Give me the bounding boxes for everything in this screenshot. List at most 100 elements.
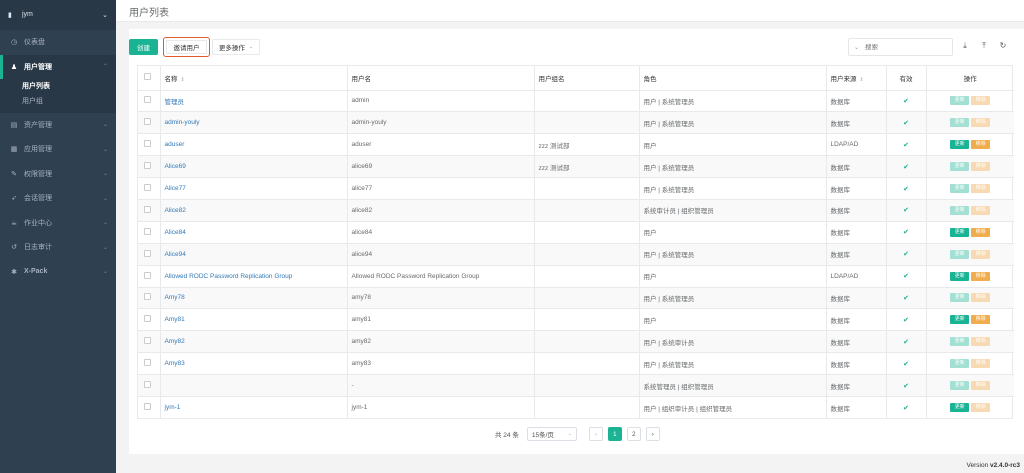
update-button[interactable]: 更新 [950,359,970,369]
update-button[interactable]: 更新 [950,227,970,237]
user-name-link[interactable]: Alice77 [165,185,186,192]
sidebar-item-0[interactable]: ◷ 仪表盘 [0,30,116,55]
remove-button[interactable]: 移除 [971,162,991,172]
org-switcher[interactable]: ▮ jym ⌄ [0,0,116,30]
remove-button[interactable]: 移除 [971,403,991,413]
username-cell: amy82 [347,330,535,353]
invite-user-button-highlight[interactable]: 邀请用户 [163,37,210,57]
page-size-select[interactable]: 15条/页 ⌄ [526,427,577,441]
user-name-link[interactable]: aduser [165,141,185,148]
row-checkbox[interactable] [144,381,151,389]
sidebar-item-2[interactable]: ▤ 资产管理 ⌄ [0,113,116,138]
page-button-2[interactable]: 2 [626,427,641,441]
download-icon[interactable]: ⤓ [959,40,971,52]
remove-button[interactable]: 移除 [971,227,991,237]
user-name-link[interactable]: Amy82 [165,338,185,345]
sidebar-item-6[interactable]: ☕ 作业中心 ⌄ [0,211,116,236]
update-button[interactable]: 更新 [950,403,970,413]
update-button[interactable]: 更新 [950,162,970,172]
row-checkbox[interactable] [144,359,151,367]
remove-button[interactable]: 移除 [971,249,991,259]
remove-button[interactable]: 移除 [971,293,991,303]
sidebar-item-5[interactable]: ➶ 会话管理 ⌄ [0,186,116,211]
remove-button[interactable]: 移除 [971,140,991,150]
user-name-link[interactable]: Allowed RODC Password Replication Group [165,273,293,280]
search-box[interactable]: ⌄ [848,38,953,56]
sidebar-item-4[interactable]: ✎ 权限管理 ⌄ [0,162,116,187]
remove-button[interactable]: 移除 [971,96,991,106]
user-name-link[interactable]: Alice69 [165,163,186,170]
check-icon: ✔ [903,207,909,215]
user-name-link[interactable]: Amy81 [165,316,185,323]
remove-button[interactable]: 移除 [971,271,991,281]
update-button[interactable]: 更新 [950,337,970,347]
update-button[interactable]: 更新 [950,271,970,281]
role-cell: 用户 | 系统管理员 [639,352,827,375]
role-cell: 用户 | 系统管理员 [639,155,827,178]
update-button[interactable]: 更新 [950,118,970,128]
sidebar-subitem-0[interactable]: 用户列表 [22,79,116,94]
update-button[interactable]: 更新 [950,293,970,303]
row-checkbox[interactable] [144,184,151,191]
row-checkbox[interactable] [144,140,151,148]
update-button[interactable]: 更新 [950,249,970,259]
update-button[interactable]: 更新 [950,381,970,391]
update-button[interactable]: 更新 [950,96,970,106]
column-header[interactable]: 名称 ⇕ [160,66,348,91]
remove-button[interactable]: 移除 [971,118,991,128]
next-page-button[interactable]: › [645,427,660,441]
row-checkbox[interactable] [144,337,151,345]
user-name-link[interactable]: Alice84 [165,229,186,236]
user-name-link[interactable]: admin-youly [165,119,200,126]
sort-icon[interactable]: ⇕ [860,77,864,83]
sidebar-item-7[interactable]: ↺ 日志审计 ⌄ [0,235,116,260]
column-header[interactable]: 用户来源 ⇕ [826,66,887,91]
search-input[interactable] [865,43,946,51]
row-checkbox[interactable] [144,118,151,126]
update-button[interactable]: 更新 [950,140,970,150]
sidebar-item-1[interactable]: ♟ 用户管理 ⌃ [0,54,116,79]
refresh-icon[interactable]: ↻ [997,40,1009,52]
row-checkbox[interactable] [144,96,151,104]
user-name-link[interactable]: Alice82 [165,207,186,214]
row-checkbox[interactable] [144,162,151,170]
remove-button[interactable]: 移除 [971,184,991,193]
sort-icon[interactable]: ⇕ [181,77,185,83]
user-name-link[interactable]: Amy78 [165,294,185,301]
user-name-link[interactable]: Amy83 [165,360,185,367]
username-cell: alice82 [347,198,535,222]
row-checkbox[interactable] [144,205,151,213]
column-header-label: 用户组名 [538,75,565,83]
user-name-link[interactable]: jym-1 [165,404,181,411]
row-checkbox[interactable] [144,315,151,323]
select-all-checkbox[interactable] [144,73,151,81]
page-button-1[interactable]: 1 [607,427,622,441]
column-header-label: 角色 [643,75,657,83]
sidebar-item-8[interactable]: ✱ X-Pack ⌄ [0,260,116,285]
table-row: aduser aduser zzz 测试部 用户 LDAP/AD ✔ 更新 移除 [138,133,1014,156]
more-actions-dropdown[interactable]: 更多操作 ⌄ [212,39,260,55]
remove-button[interactable]: 移除 [971,205,991,215]
remove-button[interactable]: 移除 [971,381,991,391]
sidebar-subitem-1[interactable]: 用户组 [22,94,116,109]
row-checkbox[interactable] [144,271,151,279]
sidebar-item-3[interactable]: ▦ 应用管理 ⌄ [0,137,116,162]
user-name-link[interactable]: Alice94 [165,251,186,258]
update-button[interactable]: 更新 [950,205,970,215]
upload-icon[interactable]: ⤒ [978,40,990,52]
remove-button[interactable]: 移除 [971,359,991,369]
row-checkbox[interactable] [144,293,151,301]
update-button[interactable]: 更新 [950,315,970,325]
remove-button[interactable]: 移除 [971,315,991,325]
actions-cell: 更新 移除 [926,330,1014,353]
row-checkbox[interactable] [144,403,151,411]
chevron-down-icon[interactable]: ⌄ [854,44,859,51]
prev-page-button[interactable]: ‹ [588,427,603,441]
update-button[interactable]: 更新 [950,184,970,193]
user-name-link[interactable]: 管理员 [165,99,185,106]
row-checkbox[interactable] [144,227,151,235]
create-button[interactable]: 创建 [129,39,158,55]
remove-button[interactable]: 移除 [971,337,991,347]
invite-user-button[interactable]: 邀请用户 [166,40,207,54]
row-checkbox[interactable] [144,249,151,257]
